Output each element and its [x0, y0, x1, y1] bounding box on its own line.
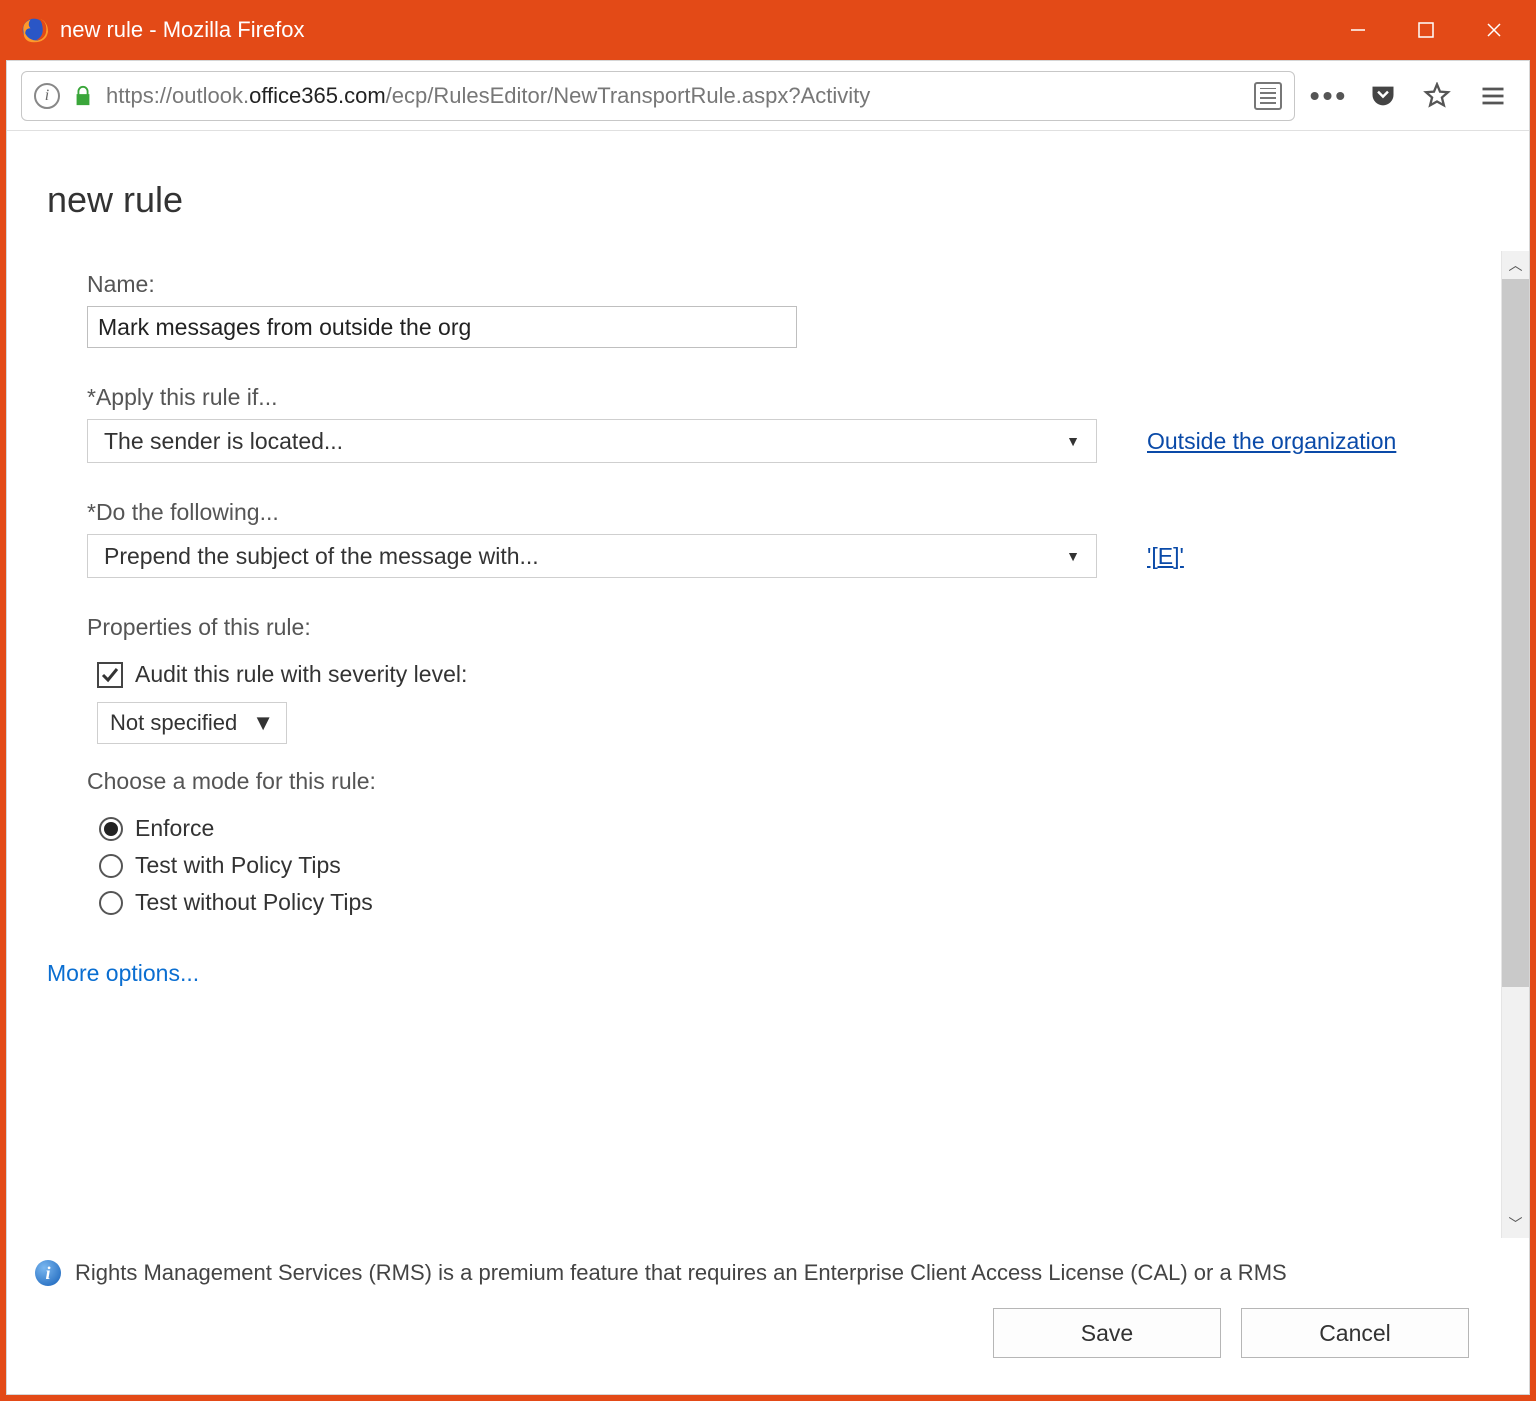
cancel-button[interactable]: Cancel	[1241, 1308, 1469, 1358]
mode-radio-test-without[interactable]	[99, 891, 123, 915]
minimize-button[interactable]	[1324, 5, 1392, 55]
close-button[interactable]	[1460, 5, 1528, 55]
mode-label-test-with: Test with Policy Tips	[135, 852, 341, 879]
apply-if-link[interactable]: Outside the organization	[1147, 428, 1396, 455]
firefox-icon	[20, 16, 48, 44]
scroll-down-icon[interactable]: ﹀	[1509, 1210, 1523, 1238]
address-bar: i https://outlook.office365.com/ecp/Rule…	[7, 61, 1529, 131]
save-button[interactable]: Save	[993, 1308, 1221, 1358]
caret-down-icon: ▼	[1066, 548, 1080, 564]
info-icon: i	[35, 1260, 61, 1286]
audit-label: Audit this rule with severity level:	[135, 661, 467, 688]
bookmark-star-icon[interactable]	[1417, 76, 1457, 116]
vertical-scrollbar[interactable]: ︿ ﹀	[1501, 251, 1529, 1238]
apply-if-label: *Apply this rule if...	[87, 384, 1441, 411]
page-actions-icon[interactable]: •••	[1309, 76, 1349, 116]
do-following-label: *Do the following...	[87, 499, 1441, 526]
menu-icon[interactable]	[1471, 76, 1515, 116]
url-text: https://outlook.office365.com/ecp/RulesE…	[106, 83, 870, 109]
do-following-select[interactable]: Prepend the subject of the message with.…	[87, 534, 1097, 578]
apply-if-value: The sender is located...	[104, 428, 343, 455]
scroll-up-icon[interactable]: ︿	[1509, 251, 1523, 279]
mode-radio-enforce[interactable]	[99, 817, 123, 841]
pocket-icon[interactable]	[1363, 76, 1403, 116]
apply-if-select[interactable]: The sender is located... ▼	[87, 419, 1097, 463]
mode-label: Choose a mode for this rule:	[87, 768, 1441, 795]
page-title: new rule	[7, 131, 1529, 251]
caret-down-icon: ▼	[252, 710, 274, 736]
audit-checkbox[interactable]	[97, 662, 123, 688]
reader-mode-icon[interactable]	[1254, 82, 1282, 110]
url-box[interactable]: i https://outlook.office365.com/ecp/Rule…	[21, 71, 1295, 121]
severity-value: Not specified	[110, 710, 237, 736]
window-titlebar: new rule - Mozilla Firefox	[0, 0, 1536, 60]
do-following-value: Prepend the subject of the message with.…	[104, 543, 539, 570]
maximize-button[interactable]	[1392, 5, 1460, 55]
name-input[interactable]	[87, 306, 797, 348]
info-text: Rights Management Services (RMS) is a pr…	[75, 1260, 1287, 1286]
do-following-link[interactable]: '[E]'	[1147, 543, 1184, 570]
properties-label: Properties of this rule:	[87, 614, 1441, 641]
scrollbar-thumb[interactable]	[1502, 279, 1529, 987]
site-info-icon[interactable]: i	[34, 83, 60, 109]
lock-icon	[72, 85, 94, 107]
mode-label-enforce: Enforce	[135, 815, 214, 842]
mode-label-test-without: Test without Policy Tips	[135, 889, 373, 916]
severity-select[interactable]: Not specified ▼	[97, 702, 287, 744]
name-label: Name:	[87, 271, 1441, 298]
mode-radio-test-with[interactable]	[99, 854, 123, 878]
caret-down-icon: ▼	[1066, 433, 1080, 449]
window-title: new rule - Mozilla Firefox	[60, 17, 1324, 43]
more-options-link[interactable]: More options...	[47, 960, 1441, 987]
